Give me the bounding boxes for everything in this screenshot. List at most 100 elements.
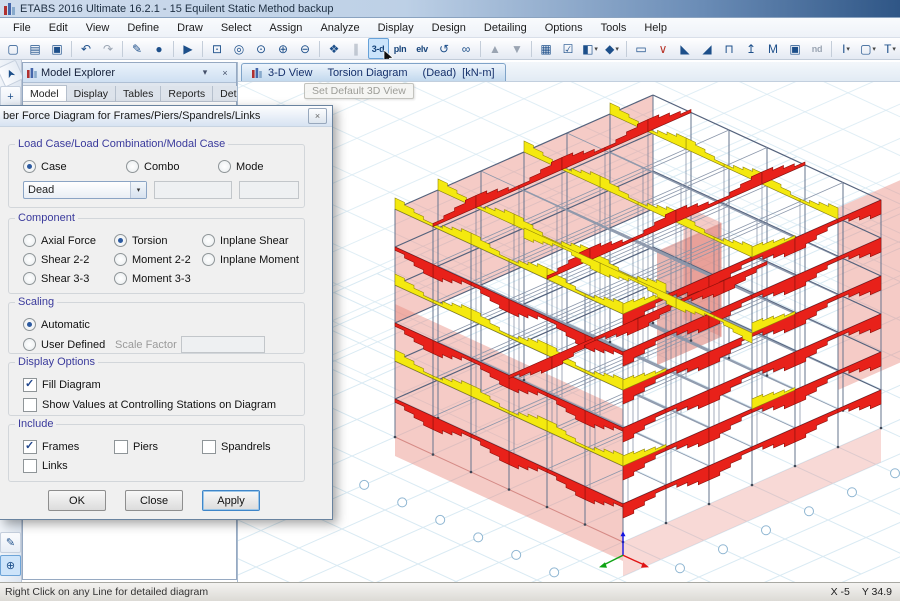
view-plan-icon[interactable]: pln — [390, 38, 411, 59]
slab-section-icon[interactable]: ▢▾ — [858, 38, 879, 59]
radio-inplane-moment-circle[interactable] — [202, 253, 215, 266]
checkbox-fill-diagram-box[interactable] — [23, 378, 37, 392]
reshape-object-icon[interactable]: + — [0, 86, 21, 107]
explorer-menu-icon[interactable]: ▾ — [198, 66, 212, 79]
frame-section-ibeam-icon[interactable]: I▾ — [836, 38, 857, 59]
draw-mode-icon[interactable]: ✎ — [127, 38, 148, 59]
checkbox-links[interactable]: Links — [23, 456, 114, 475]
checkbox-frames[interactable]: Frames — [23, 437, 114, 456]
menu-select[interactable]: Select — [212, 20, 261, 36]
radio-moment-2-2[interactable]: Moment 2-2 — [114, 250, 202, 269]
menu-help[interactable]: Help — [635, 20, 676, 36]
menu-assign[interactable]: Assign — [260, 20, 311, 36]
radio-automatic[interactable]: Automatic — [23, 315, 304, 334]
load-case-select[interactable]: Dead ▾ — [23, 181, 147, 199]
menu-options[interactable]: Options — [536, 20, 592, 36]
radio-shear-2-2-circle[interactable] — [23, 253, 36, 266]
pan-icon[interactable]: ❖ — [324, 38, 345, 59]
menu-analyze[interactable]: Analyze — [311, 20, 368, 36]
frame-properties-icon[interactable]: ⊓ — [719, 38, 740, 59]
checkbox-frames-box[interactable] — [23, 440, 37, 454]
object-options-icon[interactable]: ☑ — [558, 38, 579, 59]
close-button[interactable]: Close — [125, 490, 183, 511]
draw-rectangle-icon[interactable]: ▭ — [631, 38, 652, 59]
viewport-3d[interactable]: 3-D View Torsion Diagram (Dead) [kN-m] S… — [237, 62, 900, 582]
previous-zoom-icon[interactable]: ⊙ — [251, 38, 272, 59]
draw-ramp-icon[interactable]: ◣ — [675, 38, 696, 59]
radio-axial-force[interactable]: Axial Force — [23, 231, 114, 250]
radio-shear-2-2[interactable]: Shear 2-2 — [23, 250, 114, 269]
radio-combo-circle[interactable] — [126, 160, 139, 173]
menu-edit[interactable]: Edit — [40, 20, 77, 36]
radio-automatic-circle[interactable] — [23, 318, 36, 331]
run-analysis-icon[interactable]: ▶ — [178, 38, 199, 59]
checkbox-spandrels-box[interactable] — [202, 440, 216, 454]
save-file-icon[interactable]: ▣ — [47, 38, 68, 59]
checkbox-spandrels[interactable]: Spandrels — [202, 437, 304, 456]
move-up-in-list-icon[interactable]: ▲ — [485, 38, 506, 59]
menu-display[interactable]: Display — [369, 20, 423, 36]
menu-view[interactable]: View — [77, 20, 119, 36]
tee-section-icon[interactable]: T▾ — [880, 38, 900, 59]
explorer-tab-model[interactable]: Model — [23, 85, 67, 101]
assign-options-icon[interactable]: ◆▾ — [602, 38, 623, 59]
zoom-out-icon[interactable]: ⊖ — [295, 38, 316, 59]
menu-detailing[interactable]: Detailing — [475, 20, 536, 36]
menu-define[interactable]: Define — [118, 20, 168, 36]
dialog-close-icon[interactable]: × — [308, 108, 327, 124]
radio-shear-3-3-circle[interactable] — [23, 272, 36, 285]
chevron-down-icon[interactable]: ▾ — [130, 182, 146, 198]
radio-inplane-moment[interactable]: Inplane Moment — [202, 250, 304, 269]
radio-user-defined[interactable]: User Defined — [23, 335, 115, 354]
draw-stairs-icon[interactable]: ◢ — [697, 38, 718, 59]
new-model-icon[interactable]: ▢ — [3, 38, 24, 59]
checkbox-piers-box[interactable] — [114, 440, 128, 454]
radio-mode[interactable]: Mode — [218, 157, 304, 176]
select-pointer-icon[interactable]: ➤ — [0, 60, 24, 88]
radio-moment-3-3-circle[interactable] — [114, 272, 127, 285]
menu-design[interactable]: Design — [423, 20, 475, 36]
menu-file[interactable]: File — [4, 20, 40, 36]
picture-view-icon[interactable]: ▣ — [785, 38, 806, 59]
open-file-icon[interactable]: ▤ — [25, 38, 46, 59]
radio-case-circle[interactable] — [23, 160, 36, 173]
perspective-toggle-icon[interactable]: ∥ — [346, 38, 367, 59]
redo-icon[interactable]: ↷ — [98, 38, 119, 59]
radio-case[interactable]: Case — [23, 157, 126, 176]
lock-model-icon[interactable]: ● — [149, 38, 170, 59]
ok-button[interactable]: OK — [48, 490, 106, 511]
dialog-titlebar[interactable]: ber Force Diagram for Frames/Piers/Spand… — [0, 106, 332, 127]
radio-combo[interactable]: Combo — [126, 157, 218, 176]
explorer-tab-reports[interactable]: Reports — [161, 86, 213, 101]
radio-shear-3-3[interactable]: Shear 3-3 — [23, 269, 114, 288]
draw-line-icon[interactable]: ✎ — [0, 532, 21, 553]
menu-tools[interactable]: Tools — [592, 20, 636, 36]
explorer-tab-display[interactable]: Display — [67, 86, 116, 101]
moment-diagram-icon[interactable]: M — [763, 38, 784, 59]
restore-full-view-icon[interactable]: ◎ — [229, 38, 250, 59]
zoom-in-icon[interactable]: ⊕ — [273, 38, 294, 59]
radio-moment-2-2-circle[interactable] — [114, 253, 127, 266]
undo-icon[interactable]: ↶ — [76, 38, 97, 59]
move-down-in-list-icon[interactable]: ▼ — [507, 38, 528, 59]
object-view-icon[interactable]: ∞ — [456, 38, 477, 59]
checkbox-links-box[interactable] — [23, 459, 37, 473]
radio-inplane-shear[interactable]: Inplane Shear — [202, 231, 304, 250]
checkbox-piers[interactable]: Piers — [114, 437, 202, 456]
snap-options-icon[interactable]: ∨ — [653, 38, 674, 59]
draw-column-icon[interactable]: ⊕ — [0, 555, 21, 576]
view-tab-3d[interactable]: 3-D View Torsion Diagram (Dead) [kN-m] — [241, 63, 506, 81]
similar-stories-icon[interactable]: ▦ — [536, 38, 557, 59]
radio-moment-3-3[interactable]: Moment 3-3 — [114, 269, 202, 288]
explorer-close-icon[interactable]: × — [218, 66, 232, 79]
view-elevation-icon[interactable]: elv — [412, 38, 433, 59]
apply-button[interactable]: Apply — [202, 490, 260, 511]
radio-inplane-shear-circle[interactable] — [202, 234, 215, 247]
explorer-tab-tables[interactable]: Tables — [116, 86, 161, 101]
rotate-view-icon[interactable]: ↺ — [434, 38, 455, 59]
checkbox-fill-diagram[interactable]: Fill Diagram — [23, 375, 304, 394]
nd-label-icon[interactable]: nd — [807, 38, 828, 59]
torsion-diagram-3d-view[interactable] — [238, 82, 900, 582]
checkbox-show-values-box[interactable] — [23, 398, 37, 412]
support-assign-icon[interactable]: ↥ — [741, 38, 762, 59]
